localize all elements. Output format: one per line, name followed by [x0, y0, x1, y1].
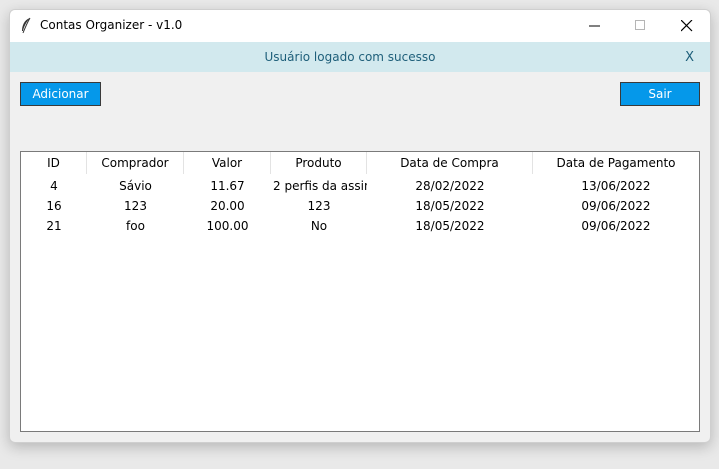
cell-buyer: foo: [126, 219, 145, 233]
column-header-purchase-date[interactable]: Data de Compra: [367, 152, 533, 174]
table-header: ID Comprador Valor Produto Data de Compr…: [21, 152, 699, 174]
column-header-payment-date[interactable]: Data de Pagamento: [533, 152, 699, 174]
banner-close-button[interactable]: X: [685, 50, 694, 65]
cell-id: 4: [50, 179, 58, 193]
title-bar[interactable]: Contas Organizer - v1.0: [10, 10, 710, 42]
cell-value: 11.67: [210, 179, 245, 193]
cell-purchase-date: 28/02/2022: [415, 179, 485, 193]
close-button[interactable]: [664, 10, 710, 42]
close-icon: [681, 20, 693, 32]
maximize-button[interactable]: [618, 10, 664, 42]
records-table[interactable]: ID Comprador Valor Produto Data de Compr…: [20, 151, 700, 432]
cell-id: 16: [46, 199, 62, 213]
cell-purchase-date: 18/05/2022: [415, 199, 485, 213]
column-header-value[interactable]: Valor: [184, 152, 271, 174]
cell-product: No: [310, 219, 328, 233]
cell-value: 20.00: [210, 199, 245, 213]
maximize-icon: [635, 20, 645, 30]
cell-value: 100.00: [206, 219, 249, 233]
cell-payment-date: 13/06/2022: [581, 179, 651, 193]
minimize-button[interactable]: [572, 10, 618, 42]
table-row[interactable]: 16 123 20.00 123 18/05/2022 09/06/2022: [21, 196, 699, 216]
cell-product: 123: [307, 199, 331, 213]
cell-buyer: Sávio: [119, 179, 152, 193]
column-header-buyer[interactable]: Comprador: [87, 152, 184, 174]
cell-payment-date: 09/06/2022: [581, 199, 651, 213]
table-row[interactable]: 4 Sávio 11.67 2 perfis da assina 28/02/2…: [21, 176, 699, 196]
cell-purchase-date: 18/05/2022: [415, 219, 485, 233]
column-header-id[interactable]: ID: [21, 152, 87, 174]
cell-buyer: 123: [124, 199, 147, 213]
minimize-icon: [589, 25, 600, 27]
add-button[interactable]: Adicionar: [20, 82, 101, 106]
notification-banner: Usuário logado com sucesso X: [10, 42, 710, 72]
cell-product: 2 perfis da assina: [273, 179, 367, 193]
table-row[interactable]: 21 foo 100.00 No 18/05/2022 09/06/2022: [21, 216, 699, 236]
column-header-product[interactable]: Produto: [271, 152, 367, 174]
feather-icon: [19, 17, 33, 35]
cell-payment-date: 09/06/2022: [581, 219, 651, 233]
exit-button[interactable]: Sair: [620, 82, 700, 106]
app-window: Contas Organizer - v1.0 Usuário logado c…: [9, 9, 711, 443]
banner-message: Usuário logado com sucesso: [264, 50, 436, 64]
window-title: Contas Organizer - v1.0: [40, 18, 183, 32]
table-body: 4 Sávio 11.67 2 perfis da assina 28/02/2…: [21, 176, 699, 236]
cell-id: 21: [46, 219, 62, 233]
